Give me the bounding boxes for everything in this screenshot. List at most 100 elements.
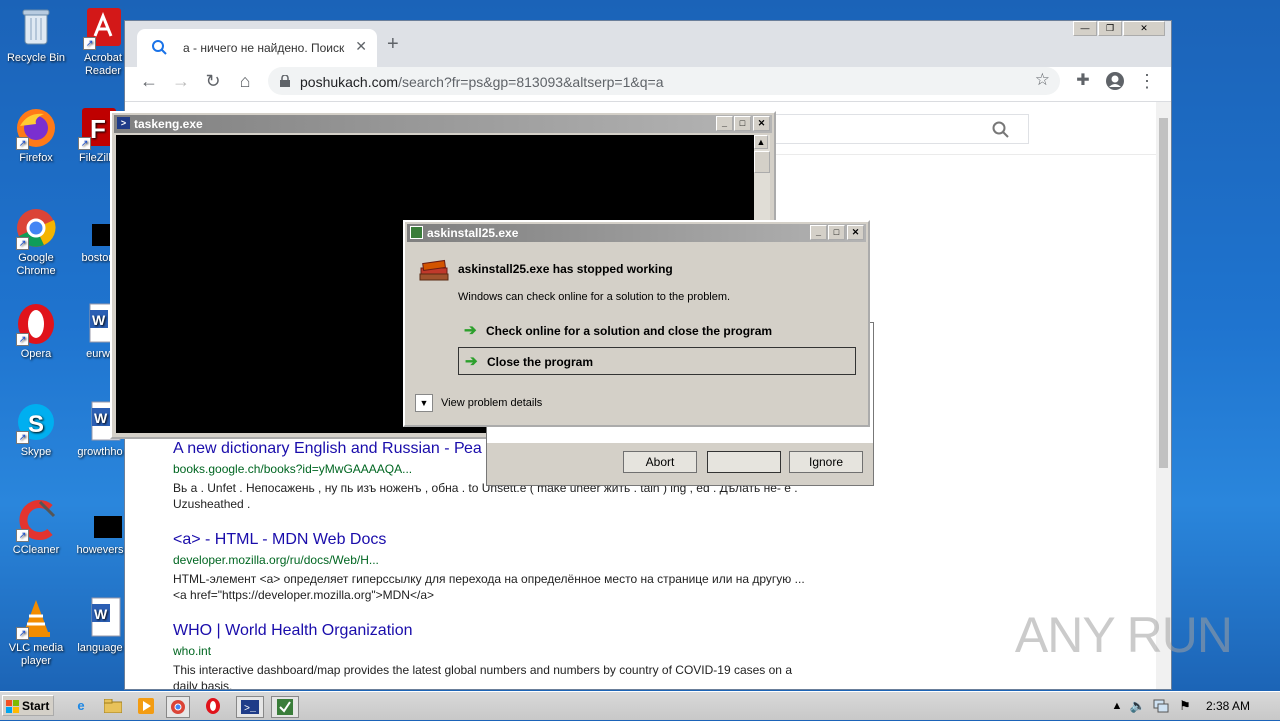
anyrun-watermark: ANY RUN [1014,607,1233,663]
dialog-window-controls: _ □ ✕ [809,225,864,240]
bookmark-star-icon[interactable]: ☆ [1035,70,1050,90]
svg-text:W: W [92,312,106,328]
url-host: poshukach.com [300,74,399,90]
scroll-up-arrow-icon[interactable]: ▲ [754,135,768,149]
desktop-icon-label: CCleaner [12,544,60,556]
chrome-taskbar-icon[interactable] [166,696,190,718]
home-icon[interactable]: ⌂ [233,69,257,93]
desktop-icon-label: VLC media player [8,642,64,667]
desktop-icon-label: Firefox [19,152,53,164]
extensions-icon[interactable]: ✚ [1071,69,1095,93]
desktop-icon-recycle-bin[interactable]: Recycle Bin [0,6,72,65]
result-snippet: This interactive dashboard/map provides … [173,663,792,689]
volume-icon[interactable]: 🔈 [1127,696,1149,716]
close-icon[interactable]: ✕ [847,225,864,240]
result-title-link[interactable]: <a> - HTML - MDN Web Docs [173,531,813,549]
desktop-icon-language[interactable]: W language [72,596,128,655]
close-icon[interactable]: ✕ [753,116,770,131]
browser-tab[interactable]: а - ничего не найдено. Поиск ✕ [137,29,377,67]
opera-icon: ↗ [14,302,58,346]
show-hidden-icons-arrow[interactable]: ▲ [1106,696,1128,716]
result-title-link[interactable]: WHO | World Health Organization [173,622,813,640]
windows-logo-icon [6,699,20,719]
lock-icon [280,74,290,90]
app-crash-dialog[interactable]: askinstall25.exe _ □ ✕ askinstall25.exe ha… [403,220,870,427]
ignore-button[interactable]: Ignore [789,451,863,473]
google-chrome-icon: ↗ [14,206,58,250]
vlc-icon: ↗ [14,596,58,640]
svg-text:>_: >_ [244,704,257,714]
dialog-titlebar[interactable]: askinstall25.exe _ □ ✕ [407,224,866,242]
search-result: WHO | World Health Organization who.int … [173,622,813,689]
ccleaner-icon: ↗ [14,498,58,542]
profile-avatar-icon[interactable] [1103,69,1127,93]
page-scrollbar[interactable] [1156,102,1171,689]
maximize-icon[interactable]: □ [828,225,845,240]
taskbar: Start e >_ ▲ 🔈 ⚑ 2:38 AM [0,691,1280,720]
abort-button[interactable]: Abort [623,451,697,473]
network-icon[interactable] [1150,696,1172,716]
retry-button[interactable] [707,451,781,473]
option-label: Close the program [487,355,594,369]
desktop-icon-opera[interactable]: ↗ Opera [0,302,72,361]
forward-icon[interactable]: → [169,69,193,93]
search-icon[interactable] [992,121,1010,142]
option-label: Check online for a solution and close th… [486,324,773,338]
folder-icon[interactable] [102,696,124,716]
url-text: poshukach.com/search?fr=ps&gp=813093&alt… [300,74,663,90]
menu-kebab-icon[interactable]: ⋮ [1135,69,1159,93]
minimize-icon[interactable]: — [1073,21,1097,36]
desktop-icon-howevers[interactable]: howevers [72,498,128,557]
minimize-icon[interactable]: _ [810,225,827,240]
details-label: View problem details [441,397,543,409]
media-player-icon[interactable] [135,696,157,716]
green-arrow-icon: ➔ [465,353,478,370]
result-url[interactable]: who.int [173,644,813,658]
system-clock[interactable]: 2:38 AM [1206,699,1250,713]
close-tab-icon[interactable]: ✕ [355,38,367,55]
reload-icon[interactable]: ↻ [201,69,225,93]
console-taskbar-icon[interactable]: >_ [236,696,264,718]
restore-icon[interactable]: ❐ [1098,21,1122,36]
skype-icon: S ↗ [14,400,58,444]
desktop-icon-ccleaner[interactable]: ↗ CCleaner [0,498,72,557]
browser-toolbar: ← → ↻ ⌂ poshukach.com/search?fr=ps&gp=81… [125,67,1171,102]
scrollbar-thumb[interactable] [1159,118,1168,468]
desktop-icon-firefox[interactable]: ↗ Firefox [0,106,72,165]
console-title: taskeng.exe [134,117,203,131]
svg-text:S: S [28,411,44,438]
back-icon[interactable]: ← [137,69,161,93]
maximize-icon[interactable]: □ [734,116,751,131]
console-titlebar[interactable]: > taskeng.exe _ □ ✕ [114,115,772,133]
check-online-option[interactable]: ➔ Check online for a solution and close … [458,317,856,345]
start-button[interactable]: Start [2,695,54,716]
close-icon[interactable]: ✕ [1123,21,1165,36]
close-program-option[interactable]: ➔ Close the program [458,347,856,375]
recycle-bin-icon [14,6,58,50]
window-controls: — ❐ ✕ [1072,21,1165,36]
url-path: /search?fr=ps&gp=813093&altserp=1&q=a [398,74,664,90]
search-input[interactable] [775,114,1029,144]
desktop-icon-label: language [77,642,123,654]
action-center-flag-icon[interactable]: ⚑ [1174,696,1196,716]
address-bar[interactable]: poshukach.com/search?fr=ps&gp=813093&alt… [268,67,1060,95]
crash-dialog-taskbar-icon[interactable] [271,696,299,718]
desktop-icon-label: Skype [20,446,52,458]
acrobat-reader-icon: ↗ [81,6,125,50]
desktop-icon-google-chrome[interactable]: ↗ Google Chrome [0,206,72,278]
dialog-title: askinstall25.exe [427,226,519,240]
desktop-icon-vlc[interactable]: ↗ VLC media player [0,596,72,668]
result-url[interactable]: developer.mozilla.org/ru/docs/Web/H... [173,553,813,567]
console-app-icon: > [117,117,130,129]
opera-taskbar-icon[interactable] [202,696,224,716]
desktop-icon-label: Opera [20,348,52,360]
scrollbar-thumb[interactable] [754,151,770,173]
dialog-heading: askinstall25.exe has stopped working [458,262,673,276]
desktop-icon-skype[interactable]: S ↗ Skype [0,400,72,459]
application-books-icon [419,256,449,285]
minimize-icon[interactable]: _ [716,116,733,131]
chevron-down-icon[interactable]: ▼ [415,394,433,412]
new-tab-icon[interactable]: + [387,34,399,54]
search-icon [151,39,167,58]
internet-explorer-icon[interactable]: e [70,696,92,716]
